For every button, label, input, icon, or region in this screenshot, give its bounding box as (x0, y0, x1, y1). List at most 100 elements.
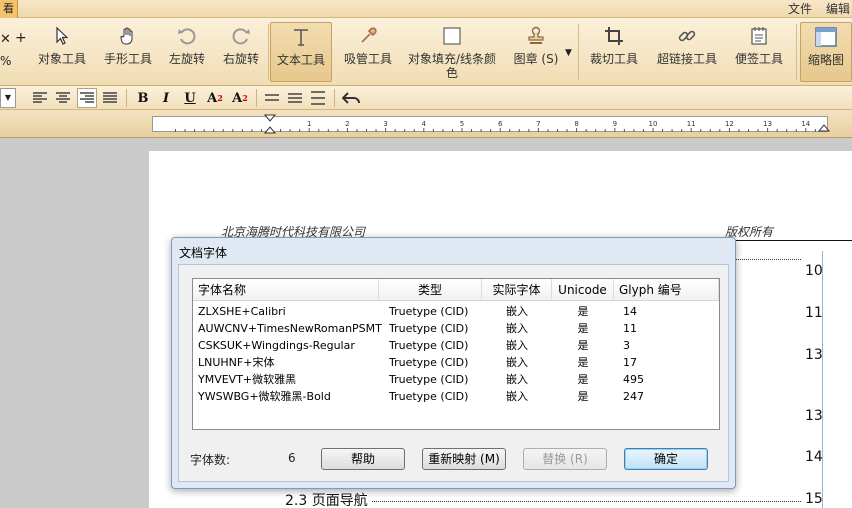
ruler-number: 10 (649, 120, 658, 128)
font-type-cell: Truetype (CID) (389, 373, 469, 386)
italic-button[interactable]: I (156, 88, 176, 108)
font-name-cell: LNUHNF+宋体 (198, 356, 275, 369)
crop-tool-button[interactable]: 裁切工具 (586, 22, 642, 82)
font-list[interactable]: 字体名称 类型 实际字体 Unicode Glyph 编号 ZLXSHE+Cal… (192, 278, 720, 430)
ruler-number: 8 (574, 120, 578, 128)
font-name-cell: ZLXSHE+Calibri (198, 305, 286, 318)
hand-icon (118, 26, 138, 49)
font-list-row[interactable]: YWSWBG+微软雅黑-Bold Truetype (CID) 嵌入 是 247 (193, 388, 719, 405)
bold-button[interactable]: B (133, 88, 153, 108)
thumbnail-view-label: 缩略图 (807, 53, 844, 67)
ruler-number: 7 (536, 120, 540, 128)
toc-page-number: 10 (805, 263, 823, 279)
rotate-right-button[interactable]: 右旋转 (218, 22, 264, 82)
unicode-cell: 是 (577, 390, 589, 403)
ruler-number: 3 (383, 120, 387, 128)
font-list-row[interactable]: AUWCNV+TimesNewRomanPSMT Truetype (CID) 嵌入… (193, 320, 719, 337)
font-list-row[interactable]: CSKSUK+Wingdings-Regular Truetype (CID) 嵌入… (193, 337, 719, 354)
undo-arrow-icon[interactable] (341, 88, 361, 108)
line-spacing-1-icon[interactable] (262, 88, 282, 108)
column-actual-font[interactable]: 实际字体 (482, 279, 552, 301)
format-toolbar: ▼ B I U A2 A2 (0, 86, 852, 110)
align-justify-icon[interactable] (100, 88, 120, 108)
font-list-row[interactable]: YMVEVT+微软雅黑 Truetype (CID) 嵌入 是 495 (193, 371, 719, 388)
rotate-left-label: 左旋转 (168, 52, 205, 66)
view-tab[interactable]: 看 (0, 0, 18, 18)
actual-font-cell: 嵌入 (506, 322, 528, 335)
menu-edit[interactable]: 编辑 (826, 0, 850, 18)
line-spacing-2-icon[interactable] (308, 88, 328, 108)
crop-icon (604, 26, 624, 49)
right-indent-marker-icon[interactable] (817, 120, 831, 135)
ruler-number: 5 (460, 120, 464, 128)
stamp-dropdown-icon[interactable]: ▼ (565, 48, 572, 58)
unicode-cell: 是 (577, 322, 589, 335)
ok-button[interactable]: 确定 (624, 448, 708, 470)
zoom-percent-label: % (0, 54, 12, 68)
dialog-body: 字体名称 类型 实际字体 Unicode Glyph 编号 ZLXSHE+Cal… (178, 264, 729, 482)
align-left-icon[interactable] (30, 88, 50, 108)
remap-button[interactable]: 重新映射 (M) (422, 448, 506, 470)
column-type[interactable]: 类型 (379, 279, 482, 301)
title-bar: 看 文件 编辑 (0, 0, 852, 18)
stamp-tool-label: 图章 (S) (513, 52, 559, 66)
hyperlink-tool-button[interactable]: 超链接工具 (652, 22, 722, 82)
align-center-icon[interactable] (53, 88, 73, 108)
glyph-number-cell: 14 (623, 305, 637, 318)
dialog-title: 文档字体 (179, 246, 228, 260)
object-tool-label: 对象工具 (37, 52, 86, 66)
fill-stroke-tool-button[interactable]: 对象填充/线条颜 色 (404, 22, 500, 82)
glyph-number-cell: 495 (623, 373, 644, 386)
ruler-number: 4 (422, 120, 427, 128)
font-size-dropdown-icon[interactable]: ▼ (0, 88, 16, 108)
font-list-row[interactable]: LNUHNF+宋体 Truetype (CID) 嵌入 是 17 (193, 354, 719, 371)
toc-page-number: 15 (805, 491, 823, 507)
column-font-name[interactable]: 字体名称 (193, 279, 379, 301)
zoom-in-icon[interactable]: + (15, 30, 27, 46)
subscript-button[interactable]: A2 (230, 88, 250, 108)
horizontal-ruler[interactable]: 1 2 3 4 5 6 7 8 9 10 11 12 13 14 (152, 116, 828, 132)
font-list-row[interactable]: ZLXSHE+Calibri Truetype (CID) 嵌入 是 14 (193, 303, 719, 320)
fill-stroke-tool-label: 对象填充/线条颜 色 (407, 52, 497, 80)
text-tool-button[interactable]: 文本工具 (270, 22, 332, 82)
eyedropper-tool-button[interactable]: 吸管工具 (340, 22, 396, 82)
link-icon (676, 25, 698, 50)
replace-button[interactable]: 替换 (R) (523, 448, 607, 470)
hyperlink-tool-label: 超链接工具 (656, 52, 717, 66)
align-right-icon[interactable] (77, 88, 97, 108)
column-unicode[interactable]: Unicode (552, 279, 614, 301)
indent-marker-icon[interactable] (263, 114, 277, 137)
ruler-ticks: 1 2 3 4 5 6 7 8 9 10 11 12 13 14 (175, 120, 816, 132)
actual-font-cell: 嵌入 (506, 356, 528, 369)
eyedropper-tool-label: 吸管工具 (343, 52, 392, 66)
object-tool-button[interactable]: 对象工具 (34, 22, 90, 82)
hand-tool-button[interactable]: 手形工具 (100, 22, 156, 82)
actual-font-cell: 嵌入 (506, 339, 528, 352)
stamp-icon (525, 25, 547, 50)
rotate-left-button[interactable]: 左旋转 (164, 22, 210, 82)
font-count-value: 6 (288, 451, 296, 465)
glyph-number-cell: 17 (623, 356, 637, 369)
zoom-out-icon[interactable]: ✕ (0, 32, 11, 47)
square-icon (442, 26, 462, 49)
note-tool-button[interactable]: 便签工具 (730, 22, 788, 82)
unicode-cell: 是 (577, 373, 589, 386)
toc-page-number: 14 (805, 449, 823, 465)
font-type-cell: Truetype (CID) (389, 390, 469, 403)
menu-file[interactable]: 文件 (788, 0, 812, 18)
font-name-cell: AUWCNV+TimesNewRomanPSMT (198, 322, 382, 335)
stamp-tool-button[interactable]: 图章 (S) (510, 22, 562, 82)
font-type-cell: Truetype (CID) (389, 322, 469, 335)
thumbnail-icon (815, 26, 837, 50)
font-type-cell: Truetype (CID) (389, 339, 469, 352)
glyph-number-cell: 3 (623, 339, 630, 352)
help-button[interactable]: 帮助 (321, 448, 405, 470)
font-name-cell: CSKSUK+Wingdings-Regular (198, 339, 355, 352)
superscript-button[interactable]: A2 (205, 88, 225, 108)
toc-row[interactable]: 2.3 页面导航 (285, 490, 805, 508)
line-spacing-15-icon[interactable] (285, 88, 305, 108)
underline-button[interactable]: U (180, 88, 200, 108)
thumbnail-view-button[interactable]: 缩略图 (800, 22, 852, 82)
column-glyph-number[interactable]: Glyph 编号 (614, 279, 719, 301)
ruler-number: 2 (345, 120, 349, 128)
